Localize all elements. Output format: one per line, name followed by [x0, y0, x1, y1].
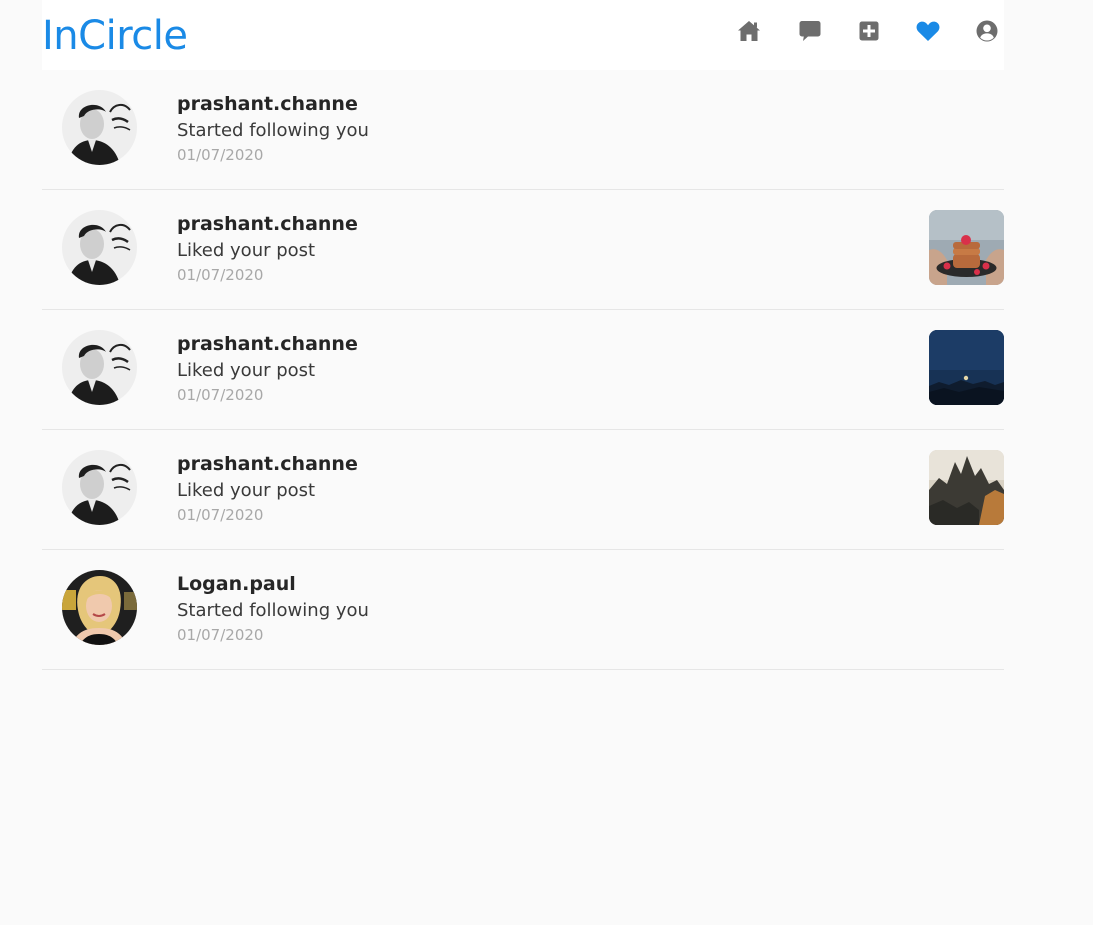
notification-text: prashant.channe Liked your post 01/07/20… [177, 452, 358, 525]
plus-square-icon[interactable] [856, 18, 882, 44]
notification-text: prashant.channe Liked your post 01/07/20… [177, 332, 358, 405]
top-navbar: InCircle [42, 0, 1004, 70]
notification-date: 01/07/2020 [177, 386, 264, 404]
notification-date: 01/07/2020 [177, 506, 264, 524]
notification-message: Started following you [177, 120, 369, 141]
notification-list: prashant.channe Started following you 01… [42, 70, 1004, 670]
notification-date: 01/07/2020 [177, 266, 264, 284]
notification-message: Started following you [177, 600, 369, 621]
notification-username[interactable]: prashant.channe [177, 212, 358, 236]
nav-icons [736, 18, 1004, 44]
notification-item[interactable]: prashant.channe Liked your post 01/07/20… [42, 430, 1004, 550]
user-avatar[interactable] [62, 570, 137, 645]
notification-message: Liked your post [177, 360, 316, 381]
notification-username[interactable]: prashant.channe [177, 452, 358, 476]
user-circle-icon[interactable] [974, 18, 1000, 44]
app-logo[interactable]: InCircle [42, 12, 188, 60]
notification-username[interactable]: prashant.channe [177, 332, 358, 356]
user-avatar[interactable] [62, 90, 137, 165]
notification-message: Liked your post [177, 480, 316, 501]
notification-message: Liked your post [177, 240, 316, 261]
notification-username[interactable]: prashant.channe [177, 92, 369, 116]
notification-item[interactable]: prashant.channe Started following you 01… [42, 70, 1004, 190]
notification-text: prashant.channe Liked your post 01/07/20… [177, 212, 358, 285]
page-container: InCircle prashant.channe Started followi… [42, 0, 1004, 670]
notification-text: prashant.channe Started following you 01… [177, 92, 369, 165]
notification-item[interactable]: Logan.paul Started following you 01/07/2… [42, 550, 1004, 670]
notification-text: Logan.paul Started following you 01/07/2… [177, 572, 369, 645]
home-icon[interactable] [736, 18, 762, 44]
notification-item[interactable]: prashant.channe Liked your post 01/07/20… [42, 190, 1004, 310]
user-avatar[interactable] [62, 450, 137, 525]
user-avatar[interactable] [62, 210, 137, 285]
post-thumbnail[interactable] [929, 330, 1004, 405]
user-avatar[interactable] [62, 330, 137, 405]
notification-date: 01/07/2020 [177, 626, 264, 644]
notification-item[interactable]: prashant.channe Liked your post 01/07/20… [42, 310, 1004, 430]
notification-username[interactable]: Logan.paul [177, 572, 369, 596]
notification-date: 01/07/2020 [177, 146, 264, 164]
chat-icon[interactable] [797, 18, 823, 44]
heart-icon[interactable] [915, 18, 941, 44]
post-thumbnail[interactable] [929, 450, 1004, 525]
post-thumbnail[interactable] [929, 210, 1004, 285]
